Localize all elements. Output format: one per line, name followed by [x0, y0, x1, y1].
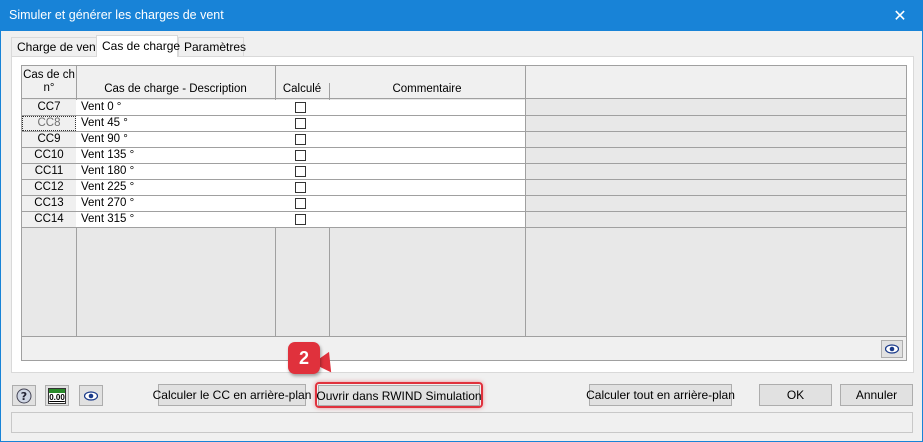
header-computed: Calculé	[275, 66, 329, 99]
dialog-window: Simuler et générer les charges de vent ✕…	[0, 0, 923, 442]
cell-description[interactable]: Vent 135 °	[81, 148, 134, 163]
tab-label: Charge de vent	[17, 40, 100, 54]
computed-checkbox[interactable]	[295, 150, 306, 161]
table-row[interactable]: CC7 Vent 0 °	[22, 100, 525, 116]
status-bar	[11, 412, 913, 433]
cell-load-case-id[interactable]: CC12	[22, 180, 76, 195]
row-divider	[525, 163, 906, 164]
svg-text:?: ?	[21, 390, 27, 403]
header-empty	[525, 66, 906, 99]
cell-description[interactable]: Vent 225 °	[81, 180, 134, 195]
computed-checkbox[interactable]	[295, 214, 306, 225]
cell-description[interactable]: Vent 315 °	[81, 212, 134, 227]
cell-load-case-id[interactable]: CC10	[22, 148, 76, 163]
tab-cas-de-charge[interactable]: Cas de charge	[96, 35, 181, 57]
computed-checkbox[interactable]	[295, 198, 306, 209]
header-comment: Commentaire	[329, 66, 525, 99]
table-row[interactable]: CC8 Vent 45 °	[22, 116, 525, 132]
cancel-button[interactable]: Annuler	[840, 384, 913, 406]
tab-parametres[interactable]: Paramètres	[178, 37, 247, 56]
row-divider	[525, 179, 906, 180]
tab-label: Paramètres	[184, 40, 247, 54]
title-bar: Simuler et générer les charges de vent ✕	[1, 1, 922, 31]
calc-lc-background-button[interactable]: Calculer le CC en arrière-plan	[153, 384, 311, 406]
row-divider	[525, 227, 906, 228]
table-row[interactable]: CC12 Vent 225 °	[22, 180, 525, 196]
tab-panel: Cas de ch n° Cas de charge - Description…	[11, 56, 914, 373]
cell-description[interactable]: Vent 45 °	[81, 116, 128, 131]
load-case-table: Cas de ch n° Cas de charge - Description…	[21, 65, 907, 337]
computed-checkbox[interactable]	[295, 118, 306, 129]
calc-all-background-button[interactable]: Calculer tout en arrière-plan	[586, 384, 735, 406]
close-button[interactable]: ✕	[878, 1, 922, 31]
close-icon: ✕	[893, 8, 907, 25]
table-row[interactable]: CC9 Vent 90 °	[22, 132, 525, 148]
table-row[interactable]: CC13 Vent 270 °	[22, 196, 525, 212]
highlight-frame	[315, 382, 483, 408]
cell-load-case-id[interactable]: CC7	[22, 100, 76, 115]
row-divider	[525, 147, 906, 148]
row-divider	[525, 211, 906, 212]
table-row[interactable]: CC14 Vent 315 °	[22, 212, 525, 228]
cell-load-case-id[interactable]: CC9	[22, 132, 76, 147]
tab-label: Cas de charge	[102, 39, 181, 53]
cell-description[interactable]: Vent 270 °	[81, 196, 134, 211]
cell-description[interactable]: Vent 90 °	[81, 132, 128, 147]
step-callout-badge: 2	[288, 342, 320, 374]
units-button[interactable]: 0.00	[45, 385, 69, 406]
header-description: Cas de charge - Description	[76, 66, 275, 99]
ok-button[interactable]: OK	[759, 384, 832, 406]
cell-description[interactable]: Vent 180 °	[81, 164, 134, 179]
help-icon: ?	[16, 388, 32, 403]
computed-checkbox[interactable]	[295, 182, 306, 193]
table-view-button[interactable]	[881, 340, 903, 358]
cell-description[interactable]: Vent 0 °	[81, 100, 121, 115]
table-footer	[21, 337, 907, 361]
units-icon: 0.00	[48, 387, 66, 404]
cell-load-case-id[interactable]: CC14	[22, 212, 76, 227]
eye-icon	[84, 390, 98, 401]
units-icon-text: 0.00	[49, 392, 65, 402]
tab-charge-de-vent[interactable]: Charge de vent	[11, 37, 100, 56]
window-title: Simuler et générer les charges de vent	[9, 8, 224, 22]
cell-load-case-id[interactable]: CC11	[22, 164, 76, 179]
help-button[interactable]: ?	[12, 385, 36, 406]
table-row[interactable]: CC11 Vent 180 °	[22, 164, 525, 180]
column-divider	[525, 66, 526, 336]
cell-load-case-id[interactable]: CC8	[22, 116, 76, 131]
computed-checkbox[interactable]	[295, 102, 306, 113]
cell-load-case-id[interactable]: CC13	[22, 196, 76, 211]
header-id: Cas de ch n°	[22, 66, 76, 99]
table-row[interactable]: CC10 Vent 135 °	[22, 148, 525, 164]
view-button[interactable]	[79, 385, 103, 406]
row-divider	[525, 115, 906, 116]
computed-checkbox[interactable]	[295, 134, 306, 145]
row-divider	[525, 131, 906, 132]
computed-checkbox[interactable]	[295, 166, 306, 177]
eye-icon	[885, 344, 899, 354]
row-divider	[525, 195, 906, 196]
